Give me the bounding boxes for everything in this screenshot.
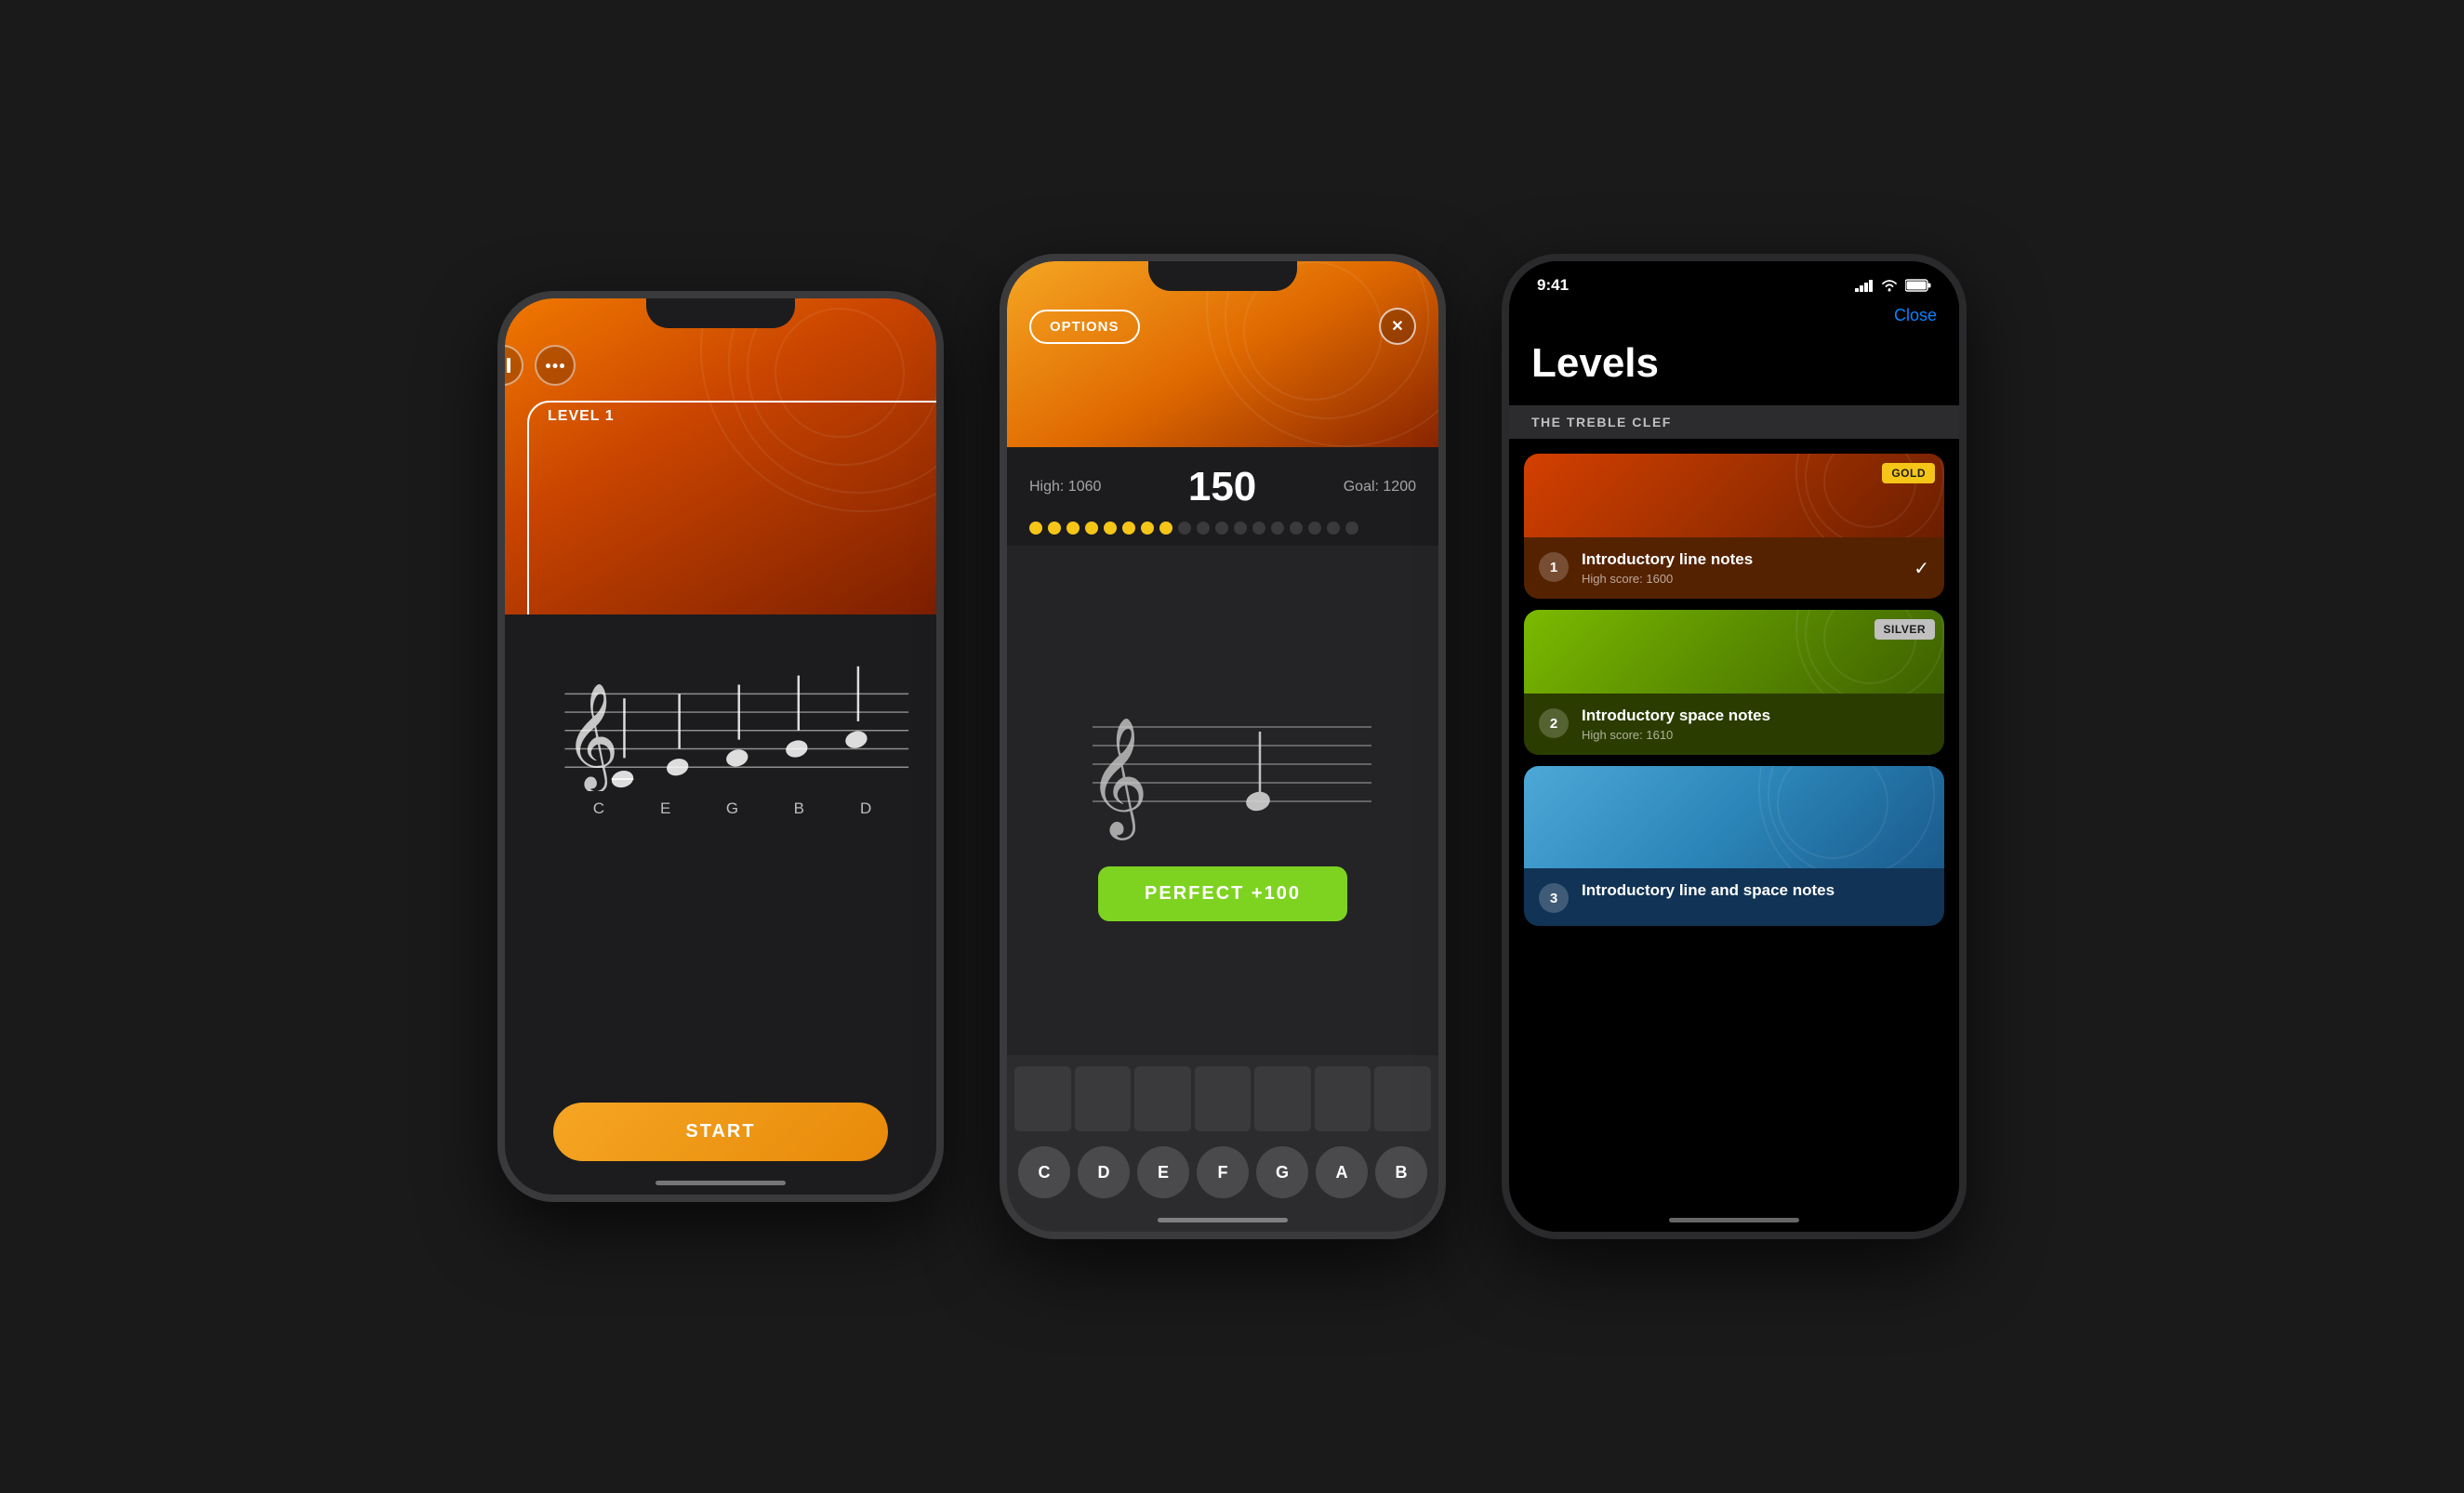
phone-3: 9:41: [1502, 254, 1967, 1239]
checkmark-1: ✓: [1914, 557, 1929, 580]
note-label-d: D: [832, 799, 899, 818]
piano-key[interactable]: [1014, 1066, 1071, 1131]
note-button-e[interactable]: E: [1137, 1146, 1189, 1198]
levels-list: GOLD 1 Introductory line notes High scor…: [1509, 439, 1959, 1232]
note-button-b[interactable]: B: [1375, 1146, 1427, 1198]
svg-text:𝄞: 𝄞: [564, 684, 618, 791]
note-button-g[interactable]: G: [1256, 1146, 1308, 1198]
close-link[interactable]: Close: [1894, 306, 1937, 325]
high-score-display: High: 1060: [1029, 479, 1101, 495]
options-button[interactable]: OPTIONS: [1029, 310, 1140, 344]
close-button[interactable]: ✕: [1379, 308, 1416, 345]
level-name-2: Introductory space notes: [1582, 707, 1929, 725]
silver-badge-card2: SILVER: [1874, 619, 1935, 640]
status-time: 9:41: [1537, 276, 1569, 295]
more-options-button[interactable]: [535, 345, 576, 386]
section-header: THE TREBLE CLEF: [1509, 405, 1959, 439]
level-name-1: Introductory line notes: [1582, 550, 1901, 569]
gold-badge-card1: GOLD: [1882, 463, 1935, 483]
piano-key[interactable]: [1134, 1066, 1191, 1131]
piano-key[interactable]: [1315, 1066, 1371, 1131]
battery-icon: [1905, 279, 1931, 292]
level-number-2: 2: [1539, 708, 1569, 738]
phone-1: LEVEL 1 THE TREBLE CLEF INTRODUCTORY LIN…: [497, 291, 944, 1202]
score-area: High: 1060 150 Goal: 1200: [1007, 447, 1438, 546]
staff-notation: 𝄞: [523, 642, 918, 818]
level-name-3: Introductory line and space notes: [1582, 881, 1929, 900]
phone-2: OPTIONS ✕ High: 1060 150 Goal: 1200: [1000, 254, 1446, 1239]
status-bar: 9:41: [1509, 261, 1959, 302]
note-button-c[interactable]: C: [1018, 1146, 1070, 1198]
nav-bar: Close: [1509, 302, 1959, 337]
chart-icon-button[interactable]: [505, 345, 523, 386]
level-card-2[interactable]: SILVER 2 Introductory space notes High s…: [1524, 610, 1944, 755]
piano-key[interactable]: [1254, 1066, 1311, 1131]
note-button-d[interactable]: D: [1078, 1146, 1130, 1198]
level-score-2: High score: 1610: [1582, 728, 1929, 742]
note-label-e: E: [632, 799, 699, 818]
goal-display: Goal: 1200: [1344, 479, 1416, 495]
piano-key[interactable]: [1075, 1066, 1132, 1131]
start-button[interactable]: START: [553, 1103, 888, 1161]
level-card-1[interactable]: GOLD 1 Introductory line notes High scor…: [1524, 454, 1944, 599]
note-label-b: B: [765, 799, 832, 818]
current-score: 150: [1188, 464, 1256, 510]
signal-icon: [1855, 279, 1874, 292]
game-staff-area: 𝄞 PERFECT +100: [1007, 546, 1438, 1055]
level-number-3: 3: [1539, 883, 1569, 913]
note-label-c: C: [565, 799, 632, 818]
svg-text:𝄞: 𝄞: [1088, 719, 1148, 840]
status-icons: [1855, 279, 1931, 292]
level-number-1: 1: [1539, 552, 1569, 582]
piano-key[interactable]: [1374, 1066, 1431, 1131]
level-card-3[interactable]: 3 Introductory line and space notes: [1524, 766, 1944, 926]
wifi-icon: [1881, 279, 1898, 292]
note-button-f[interactable]: F: [1197, 1146, 1249, 1198]
perfect-feedback: PERFECT +100: [1098, 866, 1347, 921]
level-score-1: High score: 1600: [1582, 572, 1901, 586]
note-label-g: G: [699, 799, 766, 818]
piano-key[interactable]: [1195, 1066, 1252, 1131]
levels-page-title: Levels: [1509, 337, 1959, 405]
keyboard-area: C D E F G A B: [1007, 1055, 1438, 1232]
note-button-a[interactable]: A: [1316, 1146, 1368, 1198]
progress-dots: [1029, 522, 1416, 535]
